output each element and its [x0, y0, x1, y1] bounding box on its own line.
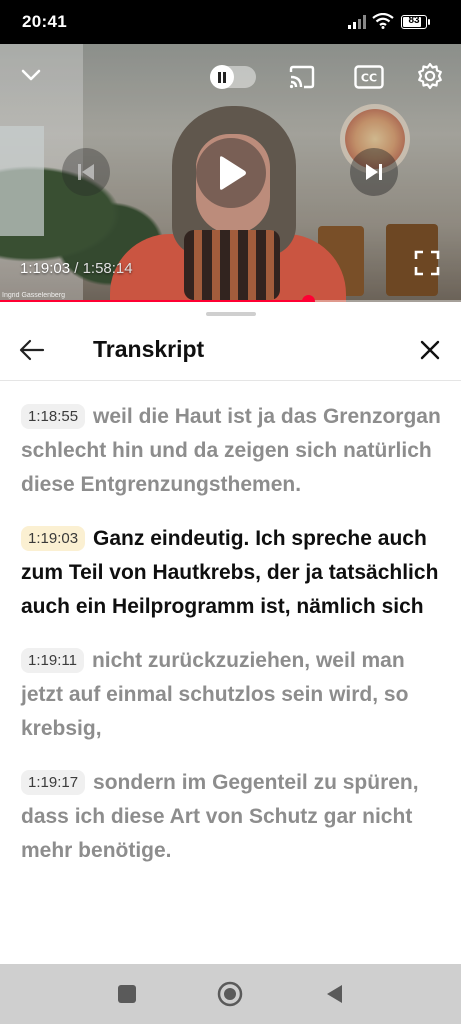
next-icon[interactable]: [350, 148, 398, 196]
recents-icon[interactable]: [113, 980, 141, 1008]
transcript-segment[interactable]: 1:19:17 sondern im Gegenteil zu spüren, d…: [21, 766, 451, 868]
home-icon[interactable]: [216, 980, 244, 1008]
transcript-header: Transkript: [0, 324, 461, 380]
transcript-segment-active[interactable]: 1:19:03 Ganz eindeutig. Ich spreche auch …: [21, 522, 451, 624]
wifi-icon: [372, 12, 394, 34]
cast-icon[interactable]: [286, 62, 318, 92]
captions-icon[interactable]: CC: [353, 64, 385, 90]
current-time: 1:19:03: [20, 260, 71, 277]
transcript-panel: Transkript 1:18:55 weil die Haut ist ja d…: [0, 302, 461, 964]
segment-timestamp[interactable]: 1:19:03: [21, 526, 86, 551]
status-time: 20:41: [22, 12, 67, 31]
segment-timestamp[interactable]: 1:19:11: [21, 648, 84, 673]
transcript-segment[interactable]: 1:19:11 nicht zurückzuziehen, weil man je…: [21, 644, 451, 746]
status-bar: 20:41 83: [0, 0, 461, 44]
time-readout: 1:19:03 / 1:58:14: [20, 260, 133, 277]
autoplay-toggle[interactable]: [210, 65, 256, 89]
collapse-icon[interactable]: [16, 60, 46, 90]
time-separator: /: [70, 260, 83, 277]
transcript-list: 1:18:55 weil die Haut ist ja das Grenzorg…: [21, 400, 451, 888]
fullscreen-icon[interactable]: [410, 246, 444, 280]
back-arrow-icon[interactable]: [14, 332, 50, 368]
svg-text:CC: CC: [361, 72, 377, 85]
pause-icon: [210, 65, 234, 89]
system-nav-bar: [0, 964, 461, 1024]
previous-icon[interactable]: [62, 148, 110, 196]
divider: [0, 380, 461, 381]
progress-scrubber[interactable]: [301, 295, 315, 302]
segment-timestamp[interactable]: 1:18:55: [21, 404, 86, 429]
play-icon[interactable]: [196, 138, 266, 208]
video-player[interactable]: CC 1:19:03 / 1:58:14 Ingrid Gasselenberg: [0, 44, 461, 302]
battery-icon: 83: [401, 15, 430, 29]
settings-icon[interactable]: [414, 60, 446, 92]
drag-handle[interactable]: [206, 312, 256, 316]
duration: 1:58:14: [82, 260, 133, 277]
segment-timestamp[interactable]: 1:19:17: [21, 770, 86, 795]
transcript-title: Transkript: [93, 336, 205, 362]
back-icon[interactable]: [320, 980, 348, 1008]
battery-level: 83: [408, 15, 420, 26]
signal-icon: [348, 15, 368, 34]
close-icon[interactable]: [412, 332, 448, 368]
video-watermark: Ingrid Gasselenberg: [2, 292, 66, 299]
transcript-segment[interactable]: 1:18:55 weil die Haut ist ja das Grenzorg…: [21, 400, 451, 502]
